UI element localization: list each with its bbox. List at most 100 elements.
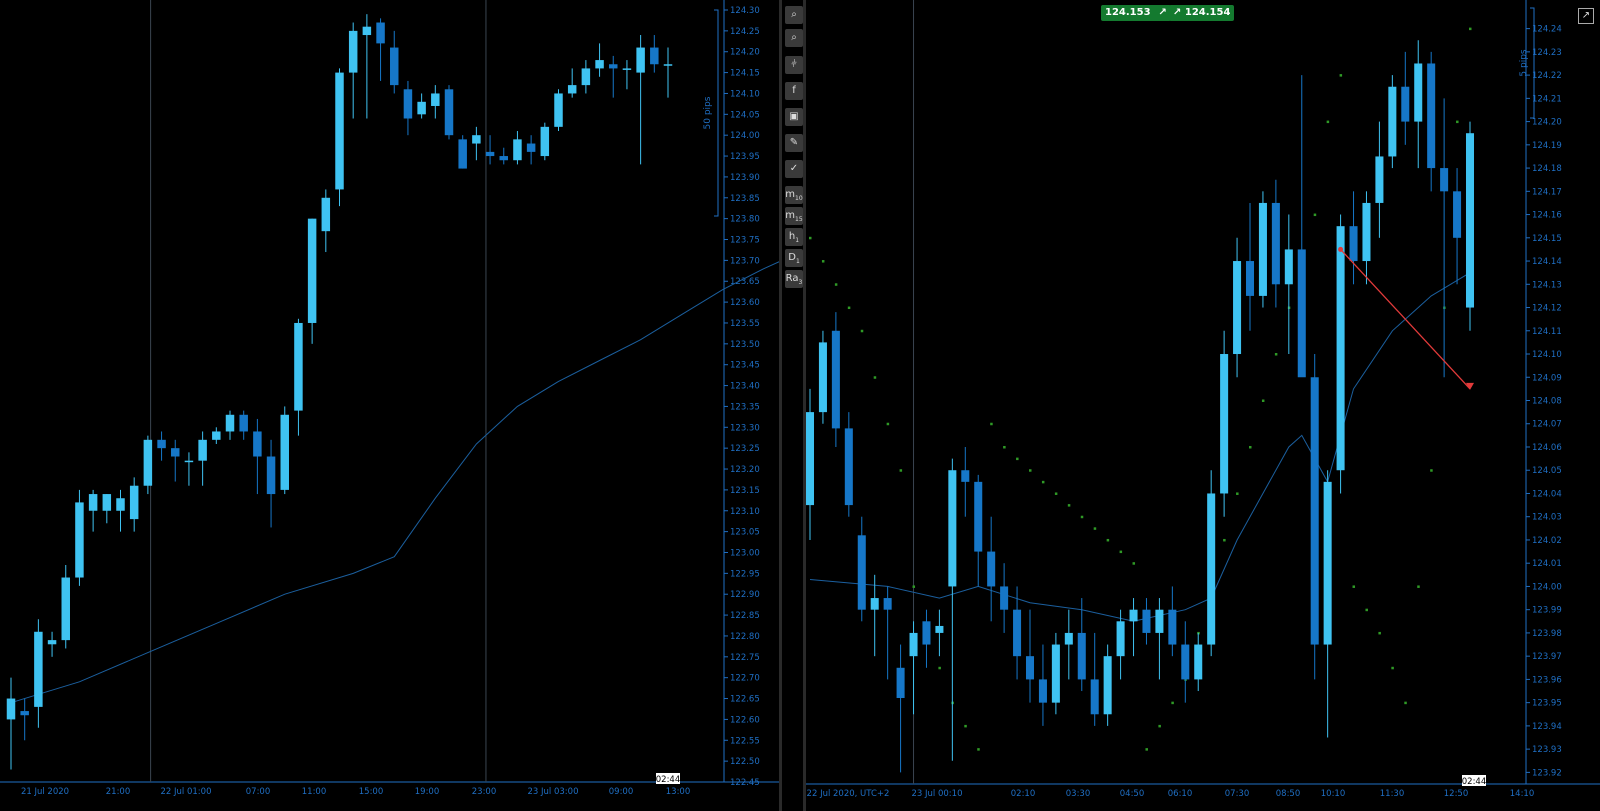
x-tick-label: 07:30 bbox=[1225, 789, 1250, 799]
candle-body bbox=[806, 412, 815, 506]
x-tick-label: 21:00 bbox=[106, 787, 131, 797]
candle-body bbox=[1194, 644, 1203, 680]
candle-body bbox=[20, 711, 29, 716]
screenshot-button[interactable]: ✓ bbox=[785, 160, 803, 178]
sell-price: 124.153 bbox=[1105, 7, 1151, 18]
y-tick-label: 124.00 bbox=[730, 131, 760, 141]
candle-body bbox=[1245, 261, 1255, 296]
y-tick-label: 123.05 bbox=[730, 528, 760, 538]
y-tick-label: 123.90 bbox=[730, 173, 760, 183]
x-tick-label: 10:10 bbox=[1321, 789, 1346, 799]
psar-dot bbox=[899, 469, 903, 472]
psar-dot bbox=[938, 666, 941, 670]
psar-dot bbox=[1378, 631, 1381, 635]
candle-body bbox=[1142, 609, 1151, 633]
drawings-icon: ✎ bbox=[789, 137, 799, 148]
candle-body bbox=[116, 498, 125, 511]
x-tick-label: 02:10 bbox=[1011, 789, 1036, 799]
candle-body bbox=[961, 470, 970, 482]
y-tick-label: 123.35 bbox=[730, 402, 760, 412]
zoom-in-icon: ⌕ bbox=[791, 9, 797, 20]
x-tick-label: 15:00 bbox=[359, 787, 384, 797]
y-tick-label: 122.95 bbox=[730, 569, 760, 579]
candle-body bbox=[335, 72, 344, 190]
chart-background bbox=[0, 0, 782, 811]
x-tick-label: 08:50 bbox=[1276, 789, 1301, 799]
y-tick-label: 123.75 bbox=[730, 236, 760, 246]
psar-dot bbox=[1261, 399, 1265, 402]
candle-body bbox=[1090, 679, 1099, 715]
candle-body bbox=[225, 414, 235, 432]
y-tick-label: 124.04 bbox=[1532, 489, 1562, 499]
candle-body bbox=[818, 342, 827, 413]
psar-dot bbox=[1313, 213, 1317, 217]
buy-price-button[interactable]: ↗ 124.154 bbox=[1169, 5, 1235, 21]
timeframe-m10-button[interactable]: m10 bbox=[785, 186, 803, 204]
popout-button[interactable]: ↗ bbox=[1578, 8, 1594, 24]
y-tick-label: 122.45 bbox=[730, 778, 760, 788]
candle-body bbox=[444, 89, 454, 136]
indicators-button[interactable]: ⫩ bbox=[785, 56, 803, 74]
timeframe-ra3-button[interactable]: Ra3 bbox=[785, 270, 803, 288]
y-tick-label: 122.50 bbox=[730, 757, 760, 767]
psar-dot bbox=[1016, 457, 1019, 461]
y-tick-label: 124.25 bbox=[730, 27, 760, 37]
y-tick-label: 124.16 bbox=[1532, 211, 1562, 221]
candle-body bbox=[1465, 133, 1475, 308]
candle-body bbox=[1453, 191, 1462, 238]
y-tick-label: 124.13 bbox=[1532, 280, 1562, 290]
candle-body bbox=[1181, 644, 1190, 680]
y-tick-label: 124.10 bbox=[730, 89, 760, 99]
timeframe-m15-button[interactable]: m15 bbox=[785, 207, 803, 225]
psar-dot bbox=[1456, 120, 1459, 124]
left-chart[interactable]: 124.30 124.25 124.20 124.15 124.10 124.05 124.… bbox=[0, 0, 782, 811]
right-chart[interactable]: 124.24 124.23 124.22 124.21 124.20 124.19 124.… bbox=[806, 0, 1600, 811]
y-tick-label: 123.98 bbox=[1532, 629, 1562, 639]
candle-body bbox=[47, 640, 57, 645]
candle-body bbox=[526, 143, 536, 152]
y-tick-label: 124.23 bbox=[1532, 48, 1562, 58]
candle-body bbox=[321, 197, 331, 232]
candle-body bbox=[294, 322, 303, 411]
zoom-in-button[interactable]: ⌕ bbox=[785, 6, 803, 24]
zoom-out-button[interactable]: ⌕ bbox=[785, 29, 803, 47]
zoom-out-icon: ⌕ bbox=[791, 32, 797, 43]
candle-body bbox=[75, 502, 84, 578]
y-tick-label: 124.05 bbox=[1532, 466, 1562, 476]
facebook-button[interactable]: f bbox=[785, 82, 803, 100]
candle-body bbox=[1440, 168, 1449, 192]
time-tag-label: 02:44 bbox=[1462, 777, 1487, 787]
psar-dot bbox=[964, 724, 967, 728]
candle-body bbox=[239, 414, 248, 432]
psar-dot bbox=[1158, 724, 1161, 728]
timeframe-h1-button[interactable]: h1 bbox=[785, 228, 803, 246]
y-tick-label: 124.09 bbox=[1532, 373, 1562, 383]
timeframe-d1-button[interactable]: D1 bbox=[785, 249, 803, 267]
candle-body bbox=[458, 139, 467, 169]
indicators-icon: ⫩ bbox=[791, 59, 797, 70]
candle-body bbox=[948, 470, 957, 587]
y-tick-label: 123.95 bbox=[730, 152, 760, 162]
candle-body bbox=[1388, 86, 1397, 157]
y-tick-label: 123.55 bbox=[730, 319, 760, 329]
candle-body bbox=[622, 68, 632, 70]
candle-body bbox=[650, 47, 659, 65]
drawings-button[interactable]: ✎ bbox=[785, 134, 803, 152]
y-tick-label: 124.14 bbox=[1532, 257, 1562, 267]
candle-body bbox=[1025, 656, 1035, 680]
psar-dot bbox=[977, 748, 980, 751]
candle-body bbox=[1297, 249, 1306, 378]
y-tick-label: 122.60 bbox=[730, 715, 760, 725]
candle-body bbox=[431, 93, 440, 106]
candle-body bbox=[844, 428, 853, 506]
candle-body bbox=[143, 439, 153, 486]
candle-body bbox=[1323, 481, 1332, 645]
y-tick-label: 123.25 bbox=[730, 444, 760, 454]
y-tick-label: 124.02 bbox=[1532, 536, 1562, 546]
y-tick-label: 124.15 bbox=[1532, 234, 1562, 244]
candle-body bbox=[1271, 202, 1280, 285]
sell-price-button[interactable]: 124.153 ↗ bbox=[1101, 5, 1171, 21]
psar-dot bbox=[847, 306, 851, 310]
share-button[interactable]: ▣ bbox=[785, 108, 803, 126]
buy-arrow-icon: ↗ bbox=[1173, 7, 1182, 18]
